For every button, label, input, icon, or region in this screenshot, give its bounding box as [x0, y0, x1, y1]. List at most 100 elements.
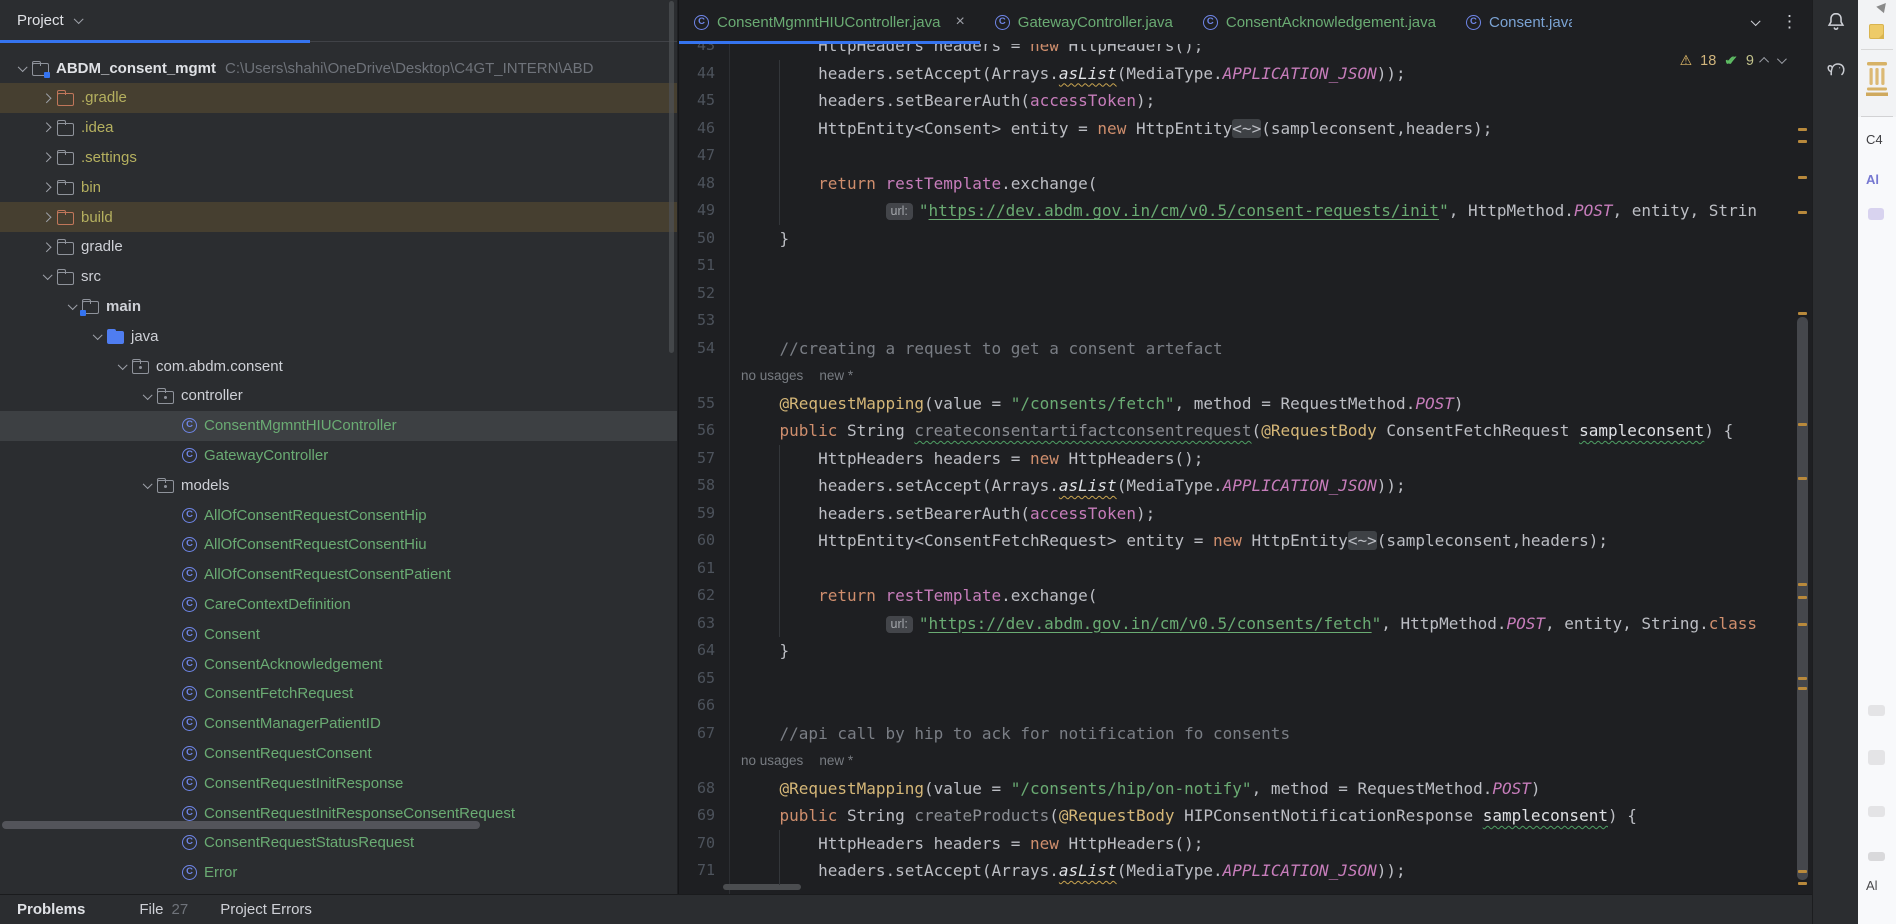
tab-list-chevron-icon[interactable]	[1751, 16, 1760, 25]
line-number[interactable]: 71	[679, 857, 715, 885]
warning-stripe-mark[interactable]	[1798, 677, 1807, 680]
tree-item-GatewayController[interactable]: CGatewayController	[0, 440, 677, 470]
line-number[interactable]: 58	[679, 472, 715, 500]
tree-item-build[interactable]: build	[0, 202, 677, 232]
code-line[interactable]: 53	[679, 307, 1795, 335]
code-line[interactable]: 51	[679, 252, 1795, 280]
note-icon[interactable]	[1869, 24, 1884, 39]
line-number[interactable]: 49	[679, 197, 715, 225]
line-number[interactable]: 68	[679, 775, 715, 803]
chevron-down-icon[interactable]	[74, 14, 83, 23]
code-line[interactable]: 63 url:"https://dev.abdm.gov.in/cm/v0.5/…	[679, 610, 1795, 638]
line-number[interactable]: 62	[679, 582, 715, 610]
warning-stripe-mark[interactable]	[1798, 211, 1807, 214]
tree-item-ABDM_consent_mgmt[interactable]: ABDM_consent_mgmtC:\Users\shahi\OneDrive…	[0, 53, 677, 83]
code-line[interactable]: 56 public String createconsentartifactco…	[679, 417, 1795, 445]
line-number[interactable]: 50	[679, 225, 715, 253]
code-line[interactable]: 62 return restTemplate.exchange(	[679, 582, 1795, 610]
line-number[interactable]: 63	[679, 610, 715, 638]
line-number[interactable]: 64	[679, 637, 715, 665]
tree-item-models[interactable]: models	[0, 470, 677, 500]
tree-item-ConsentRequestInitResponse[interactable]: CConsentRequestInitResponse	[0, 768, 677, 798]
code-line[interactable]: 48 return restTemplate.exchange(	[679, 170, 1795, 198]
inspection-widget[interactable]: ⚠ 18 ✔✔ 9	[1680, 52, 1784, 69]
tree-item-bin[interactable]: bin	[0, 172, 677, 202]
tree-item-Error[interactable]: CError	[0, 858, 677, 888]
line-number[interactable]: 52	[679, 280, 715, 308]
tree-item-Consent[interactable]: CConsent	[0, 619, 677, 649]
tree-item-AllOfConsentRequestConsentHip[interactable]: CAllOfConsentRequestConsentHip	[0, 500, 677, 530]
close-icon[interactable]: ×	[955, 13, 964, 31]
code-line[interactable]: 45 headers.setBearerAuth(accessToken);	[679, 87, 1795, 115]
code-line[interactable]: 47	[679, 142, 1795, 170]
line-number[interactable]: 44	[679, 60, 715, 88]
warning-stripe-mark[interactable]	[1798, 596, 1807, 599]
pillar-icon[interactable]	[1866, 60, 1888, 100]
line-number[interactable]: 43	[679, 44, 715, 60]
chevron-down-icon[interactable]	[68, 300, 77, 309]
line-number[interactable]: 54	[679, 335, 715, 363]
line-number[interactable]: 47	[679, 142, 715, 170]
line-number[interactable]: 46	[679, 115, 715, 143]
chevron-right-icon[interactable]	[41, 153, 50, 162]
warning-stripe-mark[interactable]	[1798, 623, 1807, 626]
editor-tab-ConsentMgmntHIUController.java[interactable]: CConsentMgmntHIUController.java×	[679, 0, 980, 44]
editor-tab-Consent.java[interactable]: CConsent.java	[1451, 0, 1587, 44]
notifications-bell-icon[interactable]	[1813, 10, 1859, 32]
code-line[interactable]: no usagesnew *	[679, 747, 1795, 775]
tree-item-ConsentAcknowledgement[interactable]: CConsentAcknowledgement	[0, 649, 677, 679]
editor-tab-ConsentAcknowledgement.java[interactable]: CConsentAcknowledgement.java	[1188, 0, 1451, 44]
tree-item-java[interactable]: java	[0, 321, 677, 351]
line-number[interactable]: 67	[679, 720, 715, 748]
tree-vertical-scrollbar[interactable]	[669, 1, 674, 353]
error-stripe[interactable]	[1794, 44, 1812, 894]
code-line[interactable]: 59 headers.setBearerAuth(accessToken);	[679, 500, 1795, 528]
code-line[interactable]: 46 HttpEntity<Consent> entity = new Http…	[679, 115, 1795, 143]
chevron-down-icon[interactable]	[143, 390, 152, 399]
line-number[interactable]: 56	[679, 417, 715, 445]
line-number[interactable]: 48	[679, 170, 715, 198]
tree-item-.idea[interactable]: .idea	[0, 113, 677, 143]
warning-stripe-mark[interactable]	[1798, 423, 1807, 426]
tree-item-.gradle[interactable]: .gradle	[0, 83, 677, 113]
code-line[interactable]: 66	[679, 692, 1795, 720]
tree-item-CareContextDefinition[interactable]: CCareContextDefinition	[0, 589, 677, 619]
warning-stripe-mark[interactable]	[1798, 882, 1807, 885]
tree-item-AllOfConsentRequestConsentPatient[interactable]: CAllOfConsentRequestConsentPatient	[0, 560, 677, 590]
code-line[interactable]: no usagesnew *	[679, 362, 1795, 390]
warning-stripe-mark[interactable]	[1798, 140, 1807, 143]
tree-item-ConsentFetchRequest[interactable]: CConsentFetchRequest	[0, 679, 677, 709]
code-line[interactable]: 65	[679, 665, 1795, 693]
tree-item-ConsentRequestStatusRequest[interactable]: CConsentRequestStatusRequest	[0, 828, 677, 858]
chevron-down-icon[interactable]	[143, 479, 152, 488]
code-line[interactable]: 64 }	[679, 637, 1795, 665]
line-number[interactable]: 66	[679, 692, 715, 720]
editor-horizontal-scrollbar[interactable]	[723, 884, 801, 890]
line-number[interactable]: 65	[679, 665, 715, 693]
warning-stripe-mark[interactable]	[1798, 583, 1807, 586]
tree-item-AllOfConsentRequestConsentHiu[interactable]: CAllOfConsentRequestConsentHiu	[0, 530, 677, 560]
chevron-right-icon[interactable]	[41, 242, 50, 251]
tree-item-src[interactable]: src	[0, 262, 677, 292]
code-line[interactable]: 69 public String createProducts(@Request…	[679, 802, 1795, 830]
line-number[interactable]: 59	[679, 500, 715, 528]
warning-stripe-mark[interactable]	[1798, 477, 1807, 480]
warning-stripe-mark[interactable]	[1798, 176, 1807, 179]
code-line[interactable]: 49 url:"https://dev.abdm.gov.in/cm/v0.5/…	[679, 197, 1795, 225]
code-line[interactable]: 54 //creating a request to get a consent…	[679, 335, 1795, 363]
project-panel-header[interactable]: Project	[0, 0, 677, 42]
tree-item-main[interactable]: main	[0, 291, 677, 321]
problems-title[interactable]: Problems	[17, 901, 85, 918]
chevron-right-icon[interactable]	[41, 123, 50, 132]
tree-item-.settings[interactable]: .settings	[0, 142, 677, 172]
more-options-icon[interactable]: ⋮	[1781, 12, 1798, 32]
code-editor[interactable]: 43 HttpHeaders headers = new HttpHeaders…	[679, 44, 1795, 894]
line-number[interactable]: 51	[679, 252, 715, 280]
code-line[interactable]: 43 HttpHeaders headers = new HttpHeaders…	[679, 44, 1795, 60]
code-line[interactable]: 61	[679, 555, 1795, 583]
code-line[interactable]: 67 //api call by hip to ack for notifica…	[679, 720, 1795, 748]
tree-item-controller[interactable]: controller	[0, 381, 677, 411]
line-number[interactable]: 61	[679, 555, 715, 583]
code-line[interactable]: 57 HttpHeaders headers = new HttpHeaders…	[679, 445, 1795, 473]
code-line[interactable]: 58 headers.setAccept(Arrays.asList(Media…	[679, 472, 1795, 500]
